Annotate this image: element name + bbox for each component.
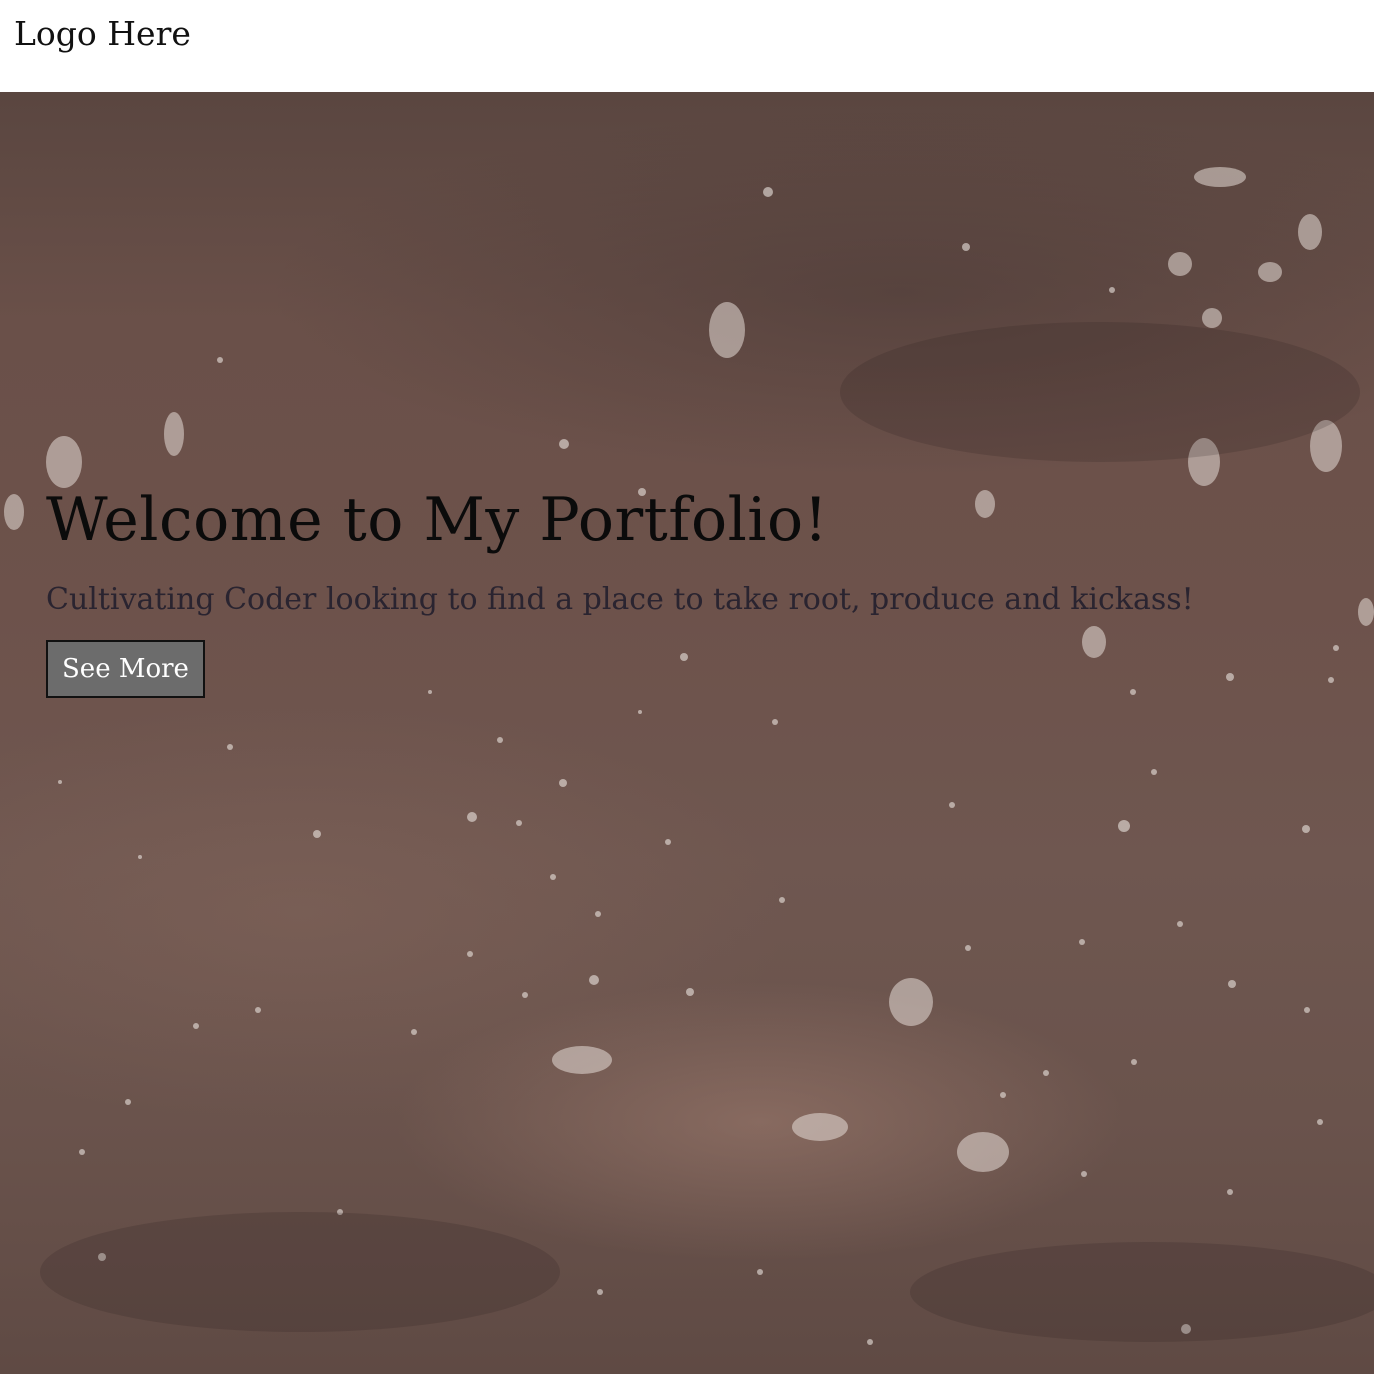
see-more-button[interactable]: See More xyxy=(46,640,205,698)
hero-content: Welcome to My Portfolio! Cultivating Cod… xyxy=(46,482,1346,698)
site-header: Logo Here xyxy=(0,0,1374,92)
site-logo[interactable]: Logo Here xyxy=(14,12,191,56)
hero-title: Welcome to My Portfolio! xyxy=(46,485,829,555)
rain-background-image xyxy=(4,167,1374,1345)
hero-subtitle: Cultivating Coder looking to find a plac… xyxy=(46,582,1194,617)
hero-section: Welcome to My Portfolio! Cultivating Cod… xyxy=(0,92,1374,1374)
